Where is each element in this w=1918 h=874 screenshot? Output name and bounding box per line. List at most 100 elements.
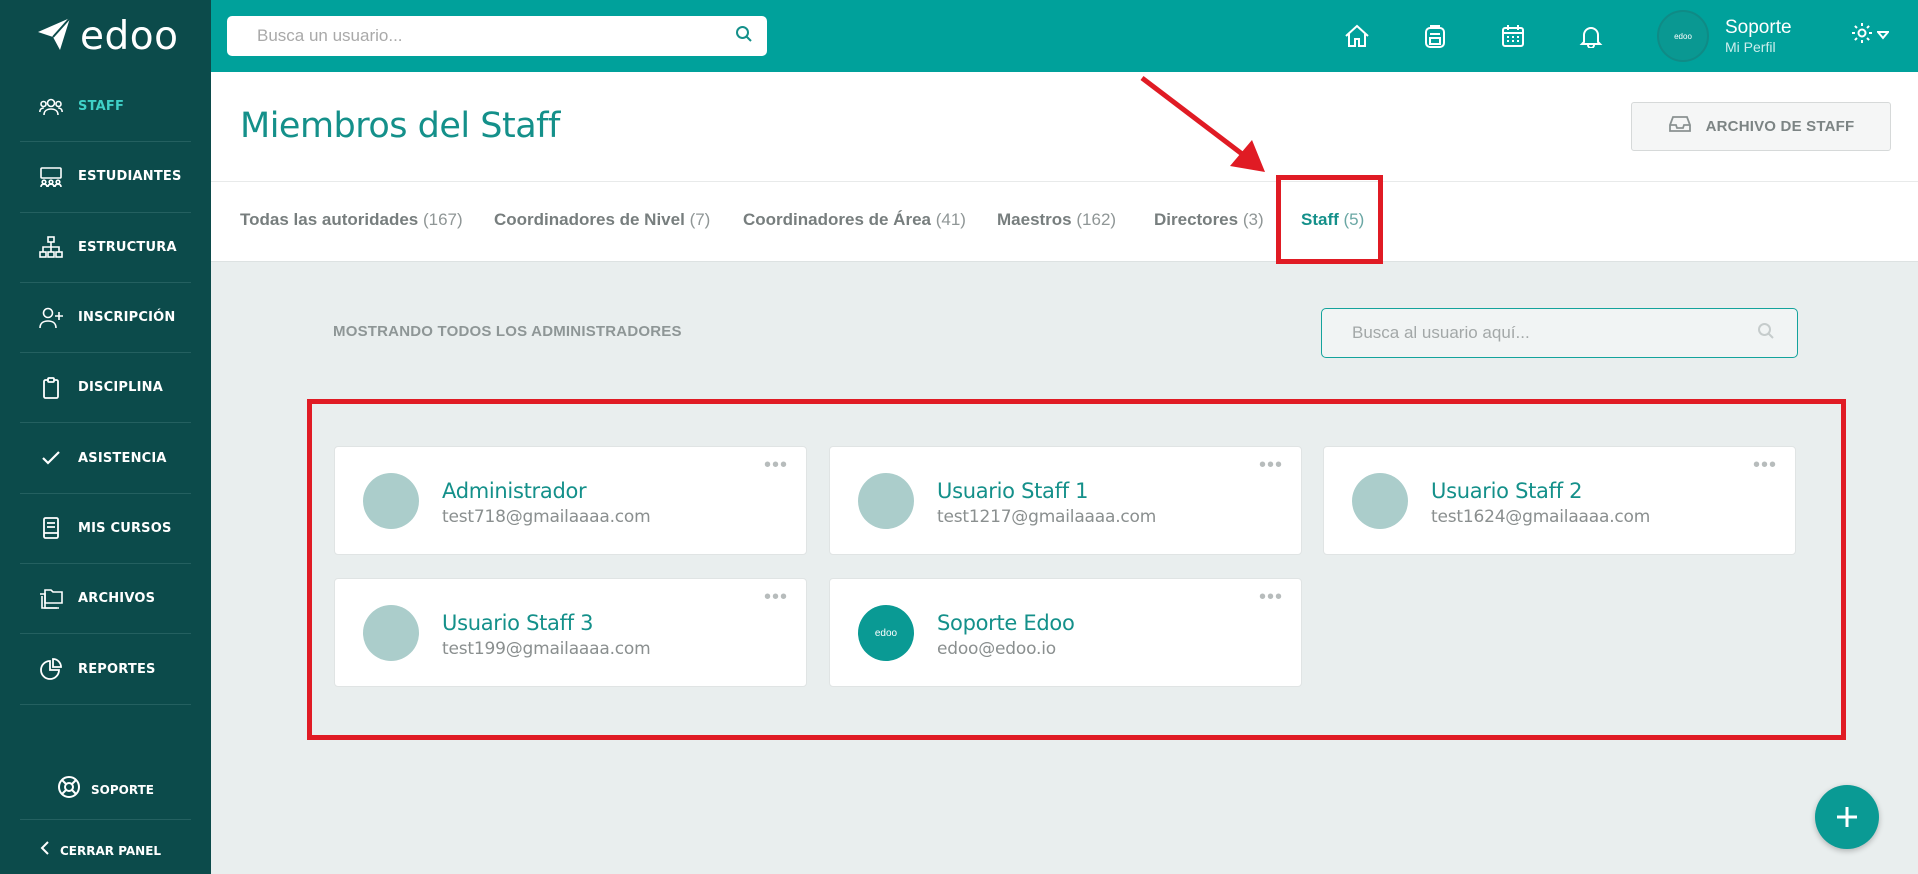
tab-directores[interactable]: Directores (3) (1154, 210, 1264, 230)
paper-plane-icon (36, 16, 72, 57)
sidebar-item-label: ESTUDIANTES (78, 169, 182, 185)
backpack-icon[interactable] (1419, 20, 1451, 52)
top-search (227, 16, 767, 56)
list-heading: MOSTRANDO TODOS LOS ADMINISTRADORES (333, 323, 682, 340)
staff-archive-label: ARCHIVO DE STAFF (1705, 118, 1855, 135)
settings-menu[interactable] (1851, 22, 1891, 49)
avatar (858, 473, 914, 529)
avatar (1352, 473, 1408, 529)
more-options-icon[interactable]: ••• (1259, 587, 1283, 607)
sidebar-item-estructura[interactable]: ESTRUCTURA (20, 213, 191, 283)
lifebuoy-icon (57, 775, 81, 804)
tab-bar: Todas las autoridades (167) Coordinadore… (211, 182, 1918, 262)
sidebar-item-asistencia[interactable]: ASISTENCIA (20, 423, 191, 494)
user-search-input[interactable] (257, 26, 735, 46)
tab-label: Coordinadores de Nivel (494, 210, 685, 229)
profile-name: Soporte (1725, 17, 1792, 38)
tab-count: (41) (935, 210, 966, 229)
sidebar-item-label: MIS CURSOS (78, 520, 172, 536)
users-icon (38, 94, 64, 120)
staff-card[interactable]: edoo Soporte Edoo edoo@edoo.io ••• (829, 578, 1302, 687)
search-icon[interactable] (1757, 322, 1775, 345)
students-icon (38, 164, 64, 190)
close-panel-button[interactable]: CERRAR PANEL (40, 840, 161, 861)
member-name: Soporte Edoo (937, 611, 1075, 635)
sidebar-nav: STAFF ESTUDIANTES ESTRUCTURA INSCRIPCIÓN… (20, 72, 191, 705)
member-email: test1217@gmailaaaa.com (937, 507, 1157, 527)
tab-coordinadores-de-area[interactable]: Coordinadores de Área (41) (743, 210, 966, 230)
tab-label: Maestros (997, 210, 1072, 229)
support-button[interactable]: SOPORTE (20, 760, 191, 820)
profile-menu[interactable]: edoo Soporte Mi Perfil (1657, 10, 1792, 62)
sidebar: edoo STAFF ESTUDIANTES ESTRUCTURA INSCRI… (0, 0, 211, 874)
pie-chart-icon (38, 656, 64, 682)
sidebar-item-mis-cursos[interactable]: MIS CURSOS (20, 494, 191, 565)
tab-count: (167) (422, 210, 463, 229)
staff-card[interactable]: Administrador test718@gmailaaaa.com ••• (334, 446, 807, 555)
member-email: edoo@edoo.io (937, 639, 1056, 659)
add-staff-button[interactable] (1815, 785, 1879, 849)
close-panel-label: CERRAR PANEL (60, 843, 162, 858)
sidebar-item-inscripcion[interactable]: INSCRIPCIÓN (20, 283, 191, 354)
member-email: test1624@gmailaaaa.com (1431, 507, 1651, 527)
sidebar-item-archivos[interactable]: ARCHIVOS (20, 564, 191, 635)
sidebar-item-label: STAFF (78, 99, 125, 115)
member-name: Usuario Staff 2 (1431, 479, 1583, 503)
search-icon[interactable] (735, 25, 753, 48)
sidebar-item-label: ESTRUCTURA (78, 239, 177, 255)
bell-icon[interactable] (1575, 20, 1607, 52)
sidebar-item-label: DISCIPLINA (78, 380, 163, 396)
support-label: SOPORTE (91, 782, 154, 797)
staff-card[interactable]: Usuario Staff 2 test1624@gmailaaaa.com •… (1323, 446, 1796, 555)
sidebar-item-label: INSCRIPCIÓN (78, 310, 176, 326)
clipboard-icon (38, 375, 64, 401)
tab-maestros[interactable]: Maestros (162) (997, 210, 1116, 230)
logo-text: edoo (80, 13, 179, 59)
folders-icon (38, 586, 64, 612)
avatar (363, 605, 419, 661)
sidebar-item-disciplina[interactable]: DISCIPLINA (20, 353, 191, 424)
caret-down-icon (1875, 27, 1891, 45)
sidebar-item-label: ARCHIVOS (78, 591, 156, 607)
more-options-icon[interactable]: ••• (1753, 455, 1777, 475)
tab-staff[interactable]: Staff (5) (1301, 210, 1364, 230)
tab-label: Staff (1301, 210, 1339, 229)
avatar (363, 473, 419, 529)
staff-search-input[interactable] (1352, 323, 1757, 343)
sidebar-item-label: ASISTENCIA (78, 450, 167, 466)
book-icon (38, 515, 64, 541)
avatar: edoo (858, 605, 914, 661)
annotation-arrow (1140, 76, 1265, 172)
home-icon[interactable] (1341, 20, 1373, 52)
tab-count: (5) (1343, 210, 1365, 229)
check-icon (38, 445, 64, 471)
tab-label: Coordinadores de Área (743, 210, 931, 229)
more-options-icon[interactable]: ••• (1259, 455, 1283, 475)
tab-label: Todas las autoridades (240, 210, 419, 229)
sidebar-item-reportes[interactable]: REPORTES (20, 634, 191, 705)
staff-card[interactable]: Usuario Staff 3 test199@gmailaaaa.com ••… (334, 578, 807, 687)
tab-todas-las-autoridades[interactable]: Todas las autoridades (167) (240, 210, 463, 230)
avatar: edoo (1657, 10, 1709, 62)
hierarchy-icon (38, 234, 64, 260)
staff-card[interactable]: Usuario Staff 1 test1217@gmailaaaa.com •… (829, 446, 1302, 555)
logo[interactable]: edoo (36, 13, 179, 59)
sidebar-item-staff[interactable]: STAFF (20, 72, 191, 143)
page-header: Miembros del Staff ARCHIVO DE STAFF (211, 72, 1918, 182)
member-name: Administrador (442, 479, 587, 503)
user-plus-icon (38, 305, 64, 331)
member-name: Usuario Staff 1 (937, 479, 1089, 503)
tab-coordinadores-de-nivel[interactable]: Coordinadores de Nivel (7) (494, 210, 710, 230)
more-options-icon[interactable]: ••• (764, 455, 788, 475)
member-email: test199@gmailaaaa.com (442, 639, 651, 659)
tab-count: (162) (1076, 210, 1117, 229)
more-options-icon[interactable]: ••• (764, 587, 788, 607)
page-title: Miembros del Staff (240, 106, 560, 146)
tab-label: Directores (1154, 210, 1239, 229)
profile-link[interactable]: Mi Perfil (1725, 39, 1792, 55)
calendar-icon[interactable] (1497, 20, 1529, 52)
gear-icon (1851, 22, 1873, 49)
plus-icon (1835, 796, 1859, 839)
sidebar-item-estudiantes[interactable]: ESTUDIANTES (20, 142, 191, 213)
staff-archive-button[interactable]: ARCHIVO DE STAFF (1631, 102, 1891, 151)
